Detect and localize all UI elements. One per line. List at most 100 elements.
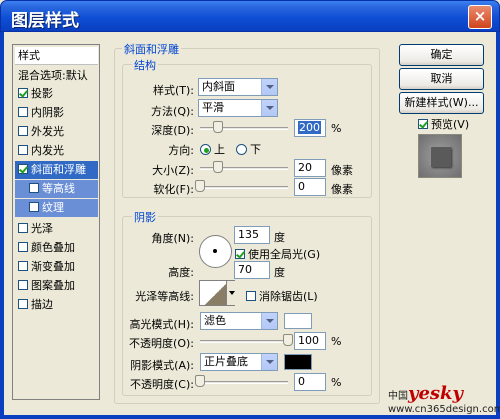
drop-shadow-checkbox[interactable] [18, 88, 28, 98]
depth-unit: % [331, 122, 342, 135]
shadow-color-swatch[interactable] [284, 354, 312, 370]
direction-down-label: 下 [250, 143, 261, 156]
direction-up-option[interactable]: 上 [200, 141, 225, 157]
ok-button[interactable]: 确定 [399, 44, 484, 66]
shading-title: 阴影 [132, 209, 158, 225]
outer-glow-checkbox[interactable] [18, 126, 28, 136]
depth-input[interactable]: 200 [294, 119, 326, 137]
altitude-unit: 度 [274, 266, 285, 279]
style-item-label: 纹理 [42, 201, 64, 214]
pattern-overlay-checkbox[interactable] [18, 280, 28, 290]
styles-header[interactable]: 样式 [15, 47, 98, 65]
close-button[interactable]: × [468, 5, 492, 29]
direction-up-label: 上 [214, 143, 225, 156]
inner-glow-checkbox[interactable] [18, 145, 28, 155]
watermark-url: www.cn365design.com [388, 404, 500, 415]
style-item-color-overlay[interactable]: 颜色叠加 [15, 239, 98, 257]
highlight-mode-value: 滤色 [204, 314, 226, 327]
depth-slider-thumb[interactable] [212, 121, 223, 133]
angle-input[interactable]: 135 [234, 226, 270, 244]
direction-down-radio[interactable] [236, 144, 247, 155]
style-item-label: 图案叠加 [31, 279, 75, 292]
gradient-overlay-checkbox[interactable] [18, 261, 28, 271]
style-item-inner-shadow[interactable]: 内阴影 [15, 104, 98, 122]
style-item-texture[interactable]: 纹理 [15, 199, 98, 217]
angle-value: 135 [238, 228, 259, 241]
altitude-value: 70 [238, 263, 252, 276]
style-item-label: 投影 [31, 87, 53, 100]
cancel-button[interactable]: 取消 [399, 68, 484, 90]
style-preview-thumbnail [418, 134, 462, 178]
inner-shadow-checkbox[interactable] [18, 107, 28, 117]
shadow-opacity-input[interactable]: 0 [294, 373, 326, 391]
blending-options-item[interactable]: 混合选项:默认 [15, 67, 98, 85]
technique-select[interactable]: 平滑 [198, 99, 278, 117]
altitude-input[interactable]: 70 [234, 261, 270, 279]
highlight-opacity-input[interactable]: 100 [294, 332, 326, 350]
style-item-bevel-emboss[interactable]: 斜面和浮雕 [15, 161, 98, 179]
technique-label: 方法(Q): [151, 105, 194, 118]
structure-title: 结构 [132, 57, 158, 73]
highlight-mode-select[interactable]: 滤色 [200, 312, 278, 330]
stroke-checkbox[interactable] [18, 299, 28, 309]
soften-unit: 像素 [331, 183, 353, 196]
angle-dial[interactable] [199, 235, 232, 268]
antialias-label: 消除锯齿(L) [259, 290, 318, 303]
depth-label: 深度(D): [151, 124, 194, 137]
style-item-label: 等高线 [42, 182, 75, 195]
title-bar: 图层样式 × [0, 0, 500, 32]
global-light-label: 使用全局光(G) [248, 248, 321, 261]
chevron-down-icon[interactable] [226, 281, 236, 305]
shadow-opacity-unit: % [331, 376, 342, 389]
size-slider-thumb[interactable] [212, 161, 223, 173]
style-item-satin[interactable]: 光泽 [15, 220, 98, 238]
antialias-option[interactable]: 消除锯齿(L) [246, 288, 318, 304]
highlight-color-swatch[interactable] [284, 313, 312, 329]
style-select[interactable]: 内斜面 [198, 78, 278, 96]
preview-option[interactable]: 预览(V) [418, 116, 469, 132]
contour-checkbox[interactable] [29, 183, 39, 193]
global-light-checkbox[interactable] [235, 249, 245, 259]
direction-down-option[interactable]: 下 [236, 141, 261, 157]
style-item-drop-shadow[interactable]: 投影 [15, 85, 98, 103]
bevel-emboss-title: 斜面和浮雕 [122, 41, 181, 57]
satin-checkbox[interactable] [18, 223, 28, 233]
soften-slider-thumb[interactable] [195, 180, 205, 192]
highlight-opacity-track[interactable] [200, 340, 288, 343]
size-value: 20 [298, 161, 312, 174]
window-frame-left [0, 32, 4, 419]
chevron-down-icon [261, 313, 277, 329]
style-item-label: 内发光 [31, 144, 64, 157]
style-item-gradient-overlay[interactable]: 渐变叠加 [15, 258, 98, 276]
style-item-pattern-overlay[interactable]: 图案叠加 [15, 277, 98, 295]
style-item-inner-glow[interactable]: 内发光 [15, 142, 98, 160]
style-item-label: 描边 [31, 298, 53, 311]
antialias-checkbox[interactable] [246, 291, 256, 301]
style-item-stroke[interactable]: 描边 [15, 296, 98, 314]
color-overlay-checkbox[interactable] [18, 242, 28, 252]
preview-checkbox[interactable] [418, 119, 428, 129]
window-title: 图层样式 [11, 11, 79, 31]
shadow-opacity-track[interactable] [200, 381, 288, 384]
angle-label: 角度(N): [151, 232, 194, 245]
highlight-opacity-unit: % [331, 335, 342, 348]
texture-checkbox[interactable] [29, 202, 39, 212]
bevel-emboss-checkbox[interactable] [18, 164, 28, 174]
style-item-contour[interactable]: 等高线 [15, 180, 98, 198]
new-style-button[interactable]: 新建样式(W)... [399, 92, 484, 114]
direction-up-radio[interactable] [200, 144, 211, 155]
watermark: 中国yesky www.cn365design.com [388, 383, 500, 415]
shadow-opacity-thumb[interactable] [195, 375, 205, 387]
global-light-option[interactable]: 使用全局光(G) [235, 246, 320, 262]
size-input[interactable]: 20 [294, 159, 326, 177]
highlight-opacity-label: 不透明度(O): [129, 337, 194, 350]
style-label: 样式(T): [152, 84, 194, 97]
size-unit: 像素 [331, 164, 353, 177]
soften-slider-track[interactable] [200, 186, 288, 189]
shadow-mode-select[interactable]: 正片叠底 [200, 353, 278, 371]
soften-input[interactable]: 0 [294, 178, 326, 196]
style-value: 内斜面 [202, 80, 235, 93]
highlight-opacity-thumb[interactable] [283, 334, 293, 346]
highlight-mode-label: 高光模式(H): [129, 318, 194, 331]
style-item-outer-glow[interactable]: 外发光 [15, 123, 98, 141]
